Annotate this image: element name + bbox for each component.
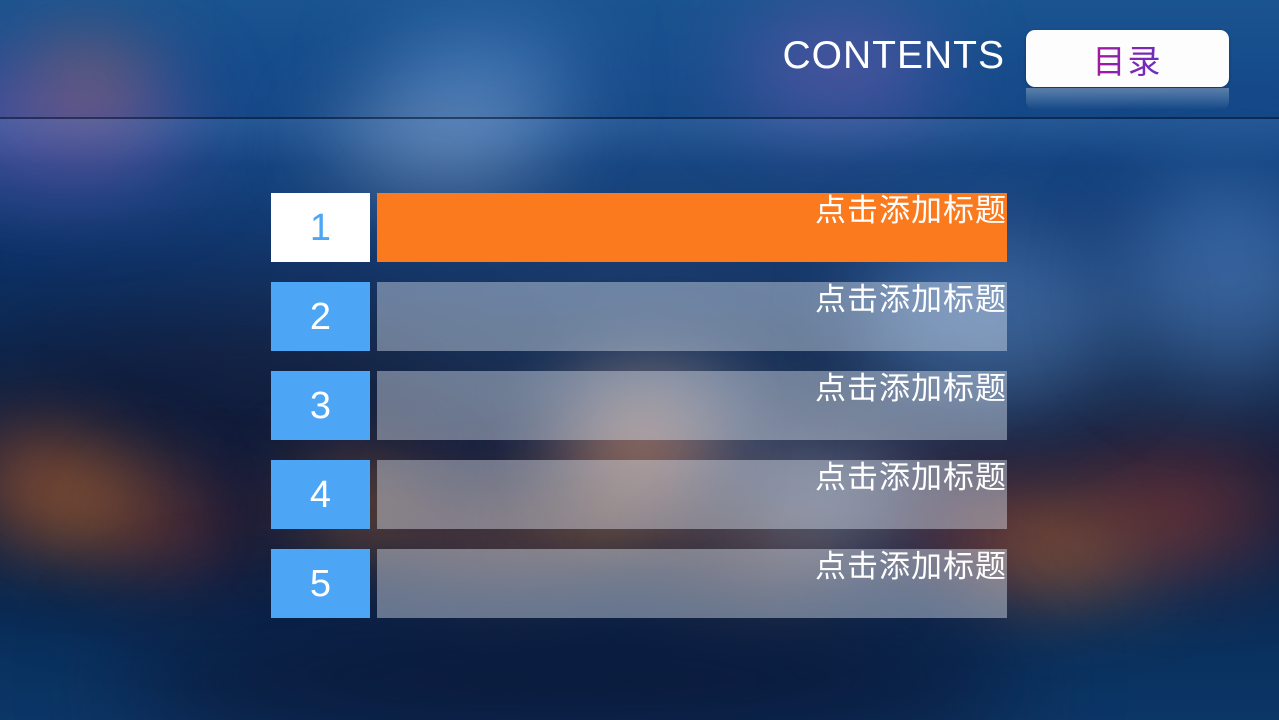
list-item[interactable]: 1 点击添加标题 bbox=[271, 193, 1007, 262]
list-item-number: 1 bbox=[271, 193, 370, 262]
header-glow bbox=[0, 119, 1279, 165]
bokeh-light-c bbox=[120, 500, 240, 560]
list-item-bar bbox=[377, 371, 1007, 440]
list-item[interactable]: 3 点击添加标题 bbox=[271, 371, 1007, 440]
list-item-bar bbox=[377, 193, 1007, 262]
slide-canvas: CONTENTS 目录 1 点击添加标题 2 点击添加标题 3 点击添加标题 4… bbox=[0, 0, 1279, 720]
bokeh-dark-bottom bbox=[120, 600, 1020, 720]
list-item-number: 4 bbox=[271, 460, 370, 529]
bokeh-glow-right bbox=[1120, 180, 1279, 380]
list-item-bar bbox=[377, 282, 1007, 351]
list-item-number: 3 bbox=[271, 371, 370, 440]
list-item[interactable]: 4 点击添加标题 bbox=[271, 460, 1007, 529]
bokeh-light-b bbox=[0, 440, 90, 520]
list-item[interactable]: 2 点击添加标题 bbox=[271, 282, 1007, 351]
list-item-number: 2 bbox=[271, 282, 370, 351]
bokeh-dark-mass bbox=[0, 330, 480, 570]
list-item-bar bbox=[377, 460, 1007, 529]
list-item-number: 5 bbox=[271, 549, 370, 618]
page-title: CONTENTS bbox=[782, 34, 1005, 77]
section-badge-label: 目录 bbox=[1026, 30, 1229, 87]
list-item[interactable]: 5 点击添加标题 bbox=[271, 549, 1007, 618]
section-badge[interactable]: 目录 bbox=[1026, 30, 1229, 87]
header-divider bbox=[0, 117, 1279, 119]
list-item-bar bbox=[377, 549, 1007, 618]
bokeh-light-j bbox=[1080, 470, 1279, 560]
bokeh-light-a bbox=[18, 470, 168, 536]
